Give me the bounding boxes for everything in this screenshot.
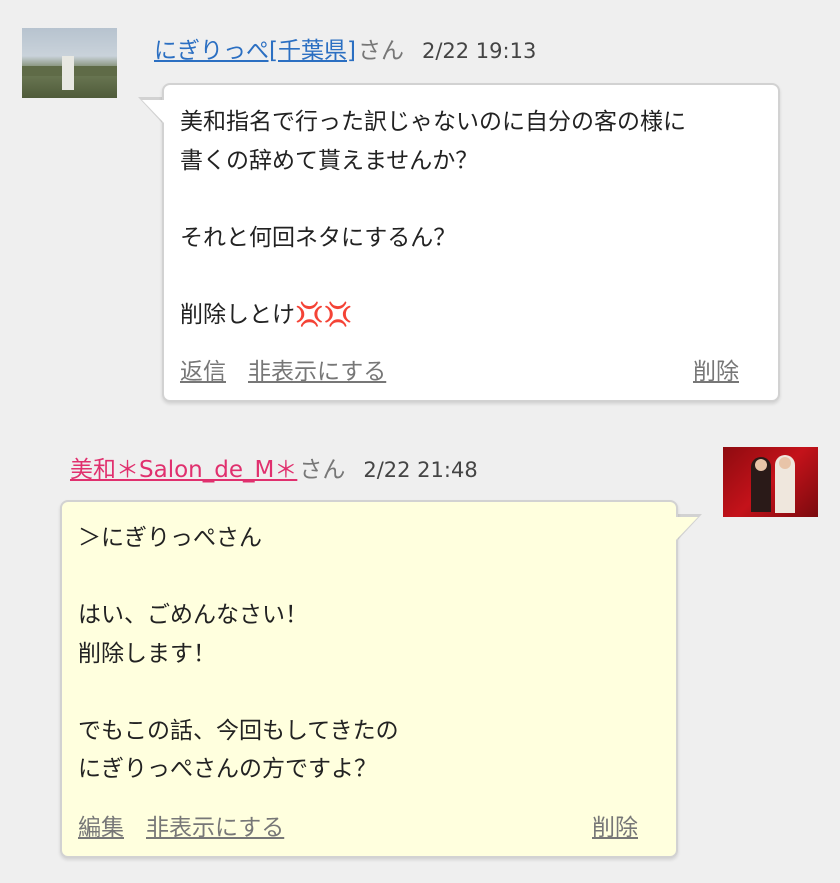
edit-link[interactable]: 編集 bbox=[78, 808, 124, 842]
face-shape bbox=[755, 459, 767, 471]
timestamp: 2/22 21:48 bbox=[363, 458, 478, 482]
avatar-nigirippe[interactable] bbox=[22, 28, 117, 98]
author-link[interactable]: にぎりっぺ[千葉県] bbox=[154, 38, 356, 64]
comment-line: 書くの辞めて貰えませんか？ bbox=[180, 147, 479, 174]
face-shape bbox=[779, 457, 791, 469]
honorific: さん bbox=[357, 38, 404, 64]
comment-line: それと何回ネタにするん？ bbox=[180, 224, 457, 251]
timestamp: 2/22 19:13 bbox=[421, 39, 537, 63]
comment-line: 美和指名で行った訳じゃないのに自分の客の様に bbox=[180, 109, 686, 135]
comment-line: 削除します！ bbox=[78, 640, 216, 667]
comment-line: 削除しとけ bbox=[180, 301, 295, 328]
hide-link[interactable]: 非表示にする bbox=[248, 352, 386, 386]
comment-line: ＞にぎりっぺさん bbox=[78, 525, 262, 551]
reply-link[interactable]: 返信 bbox=[180, 352, 226, 386]
comment-line: はい、ごめんなさい！ bbox=[78, 602, 308, 628]
comment-header: 美和＊Salon_de_M＊さん 2/22 21:48 bbox=[70, 450, 478, 484]
comment-line bbox=[78, 673, 399, 712]
comment-line: にぎりっぺさんの方ですよ？ bbox=[78, 756, 377, 782]
delete-link[interactable]: 削除 bbox=[693, 352, 739, 386]
honorific: さん bbox=[299, 457, 346, 483]
delete-link[interactable]: 削除 bbox=[592, 808, 638, 842]
comment-line bbox=[180, 180, 686, 219]
hide-link[interactable]: 非表示にする bbox=[146, 808, 284, 842]
anger-emoji: 💢💢 bbox=[295, 301, 353, 328]
bubble-tail bbox=[675, 517, 698, 541]
comment-line: でもこの話、今回もしてきたの bbox=[78, 717, 399, 744]
comment-body: ＞にぎりっぺさん はい、ごめんなさい！ 削除します！ でもこの話、今回もしてきたの… bbox=[78, 519, 399, 789]
comment-body: 美和指名で行った訳じゃないのに自分の客の様に 書くの辞めて貰えませんか？ それと何… bbox=[180, 103, 686, 334]
avatar-miwa[interactable] bbox=[723, 447, 818, 517]
comment-thread: にぎりっぺ[千葉県]さん 2/22 19:13 美和指名で行った訳じゃないのに自分… bbox=[0, 0, 840, 883]
author-link[interactable]: 美和＊Salon_de_M＊ bbox=[70, 457, 297, 483]
comment-line bbox=[180, 257, 686, 296]
comment-line bbox=[78, 558, 399, 597]
monument-shape bbox=[62, 56, 74, 90]
bubble-tail bbox=[142, 100, 165, 124]
comment-header: にぎりっぺ[千葉県]さん 2/22 19:13 bbox=[154, 31, 536, 65]
comment-line-last: 削除しとけ💢💢 bbox=[180, 296, 686, 335]
